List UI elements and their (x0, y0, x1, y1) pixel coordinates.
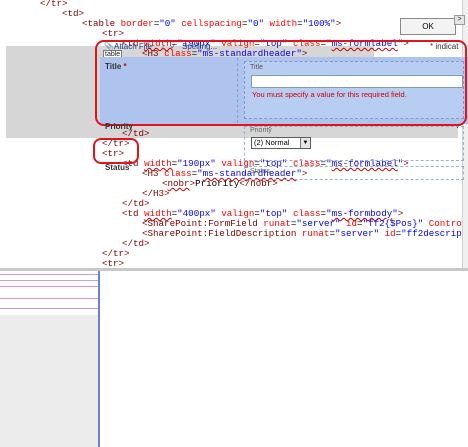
code-token: "0" (247, 18, 270, 29)
code-line: <SharePoint:FieldDescription runat="serv… (142, 228, 462, 240)
code-token: border (120, 18, 154, 29)
title-row-callout (95, 40, 467, 126)
margin-guide-line (0, 308, 98, 309)
zone-boundary-line (98, 271, 100, 447)
margin-guide-line (0, 274, 98, 275)
code-token: "ff2description{$Pos (401, 228, 462, 239)
code-token: "100%" (302, 18, 336, 29)
code-highlight-callout (93, 138, 139, 164)
code-token: id (384, 228, 396, 239)
code-token: cellspacing (181, 18, 242, 29)
code-token: <td (122, 208, 145, 219)
status-label: Status (105, 163, 130, 172)
chevron-down-icon[interactable]: ▼ (300, 138, 310, 148)
margin-guide-line (0, 298, 98, 299)
code-token: > (335, 18, 342, 29)
code-token: runat (301, 228, 330, 239)
code-token: <H3 (142, 168, 165, 179)
code-token: <SharePoint:FieldDescription (142, 228, 302, 239)
priority-label: Priority (105, 122, 134, 131)
priority-field-caption: Priority (250, 127, 272, 134)
code-line: <tr> (102, 258, 124, 268)
left-panel-fill (0, 315, 98, 447)
margin-guide-line (0, 280, 98, 281)
status-field-caption: Status (250, 168, 270, 175)
design-left-margin (0, 271, 98, 447)
margin-guide-line (0, 286, 98, 287)
code-token: <tr> (102, 258, 125, 268)
code-token: "server" (334, 228, 385, 239)
code-line: <tr> (102, 28, 124, 40)
expand-arrow-icon[interactable]: > (454, 15, 465, 25)
code-token: nobr (167, 178, 190, 189)
code-token: <tr> (102, 28, 125, 39)
code-token: Priority (195, 178, 240, 189)
ok-button[interactable]: OK (400, 18, 456, 35)
code-line: <td> (62, 8, 84, 20)
design-surface[interactable] (0, 268, 468, 447)
status-field-cell (244, 166, 464, 180)
code-token: width (269, 18, 298, 29)
code-token: "0" (159, 18, 182, 29)
code-token: <td> (62, 8, 85, 19)
